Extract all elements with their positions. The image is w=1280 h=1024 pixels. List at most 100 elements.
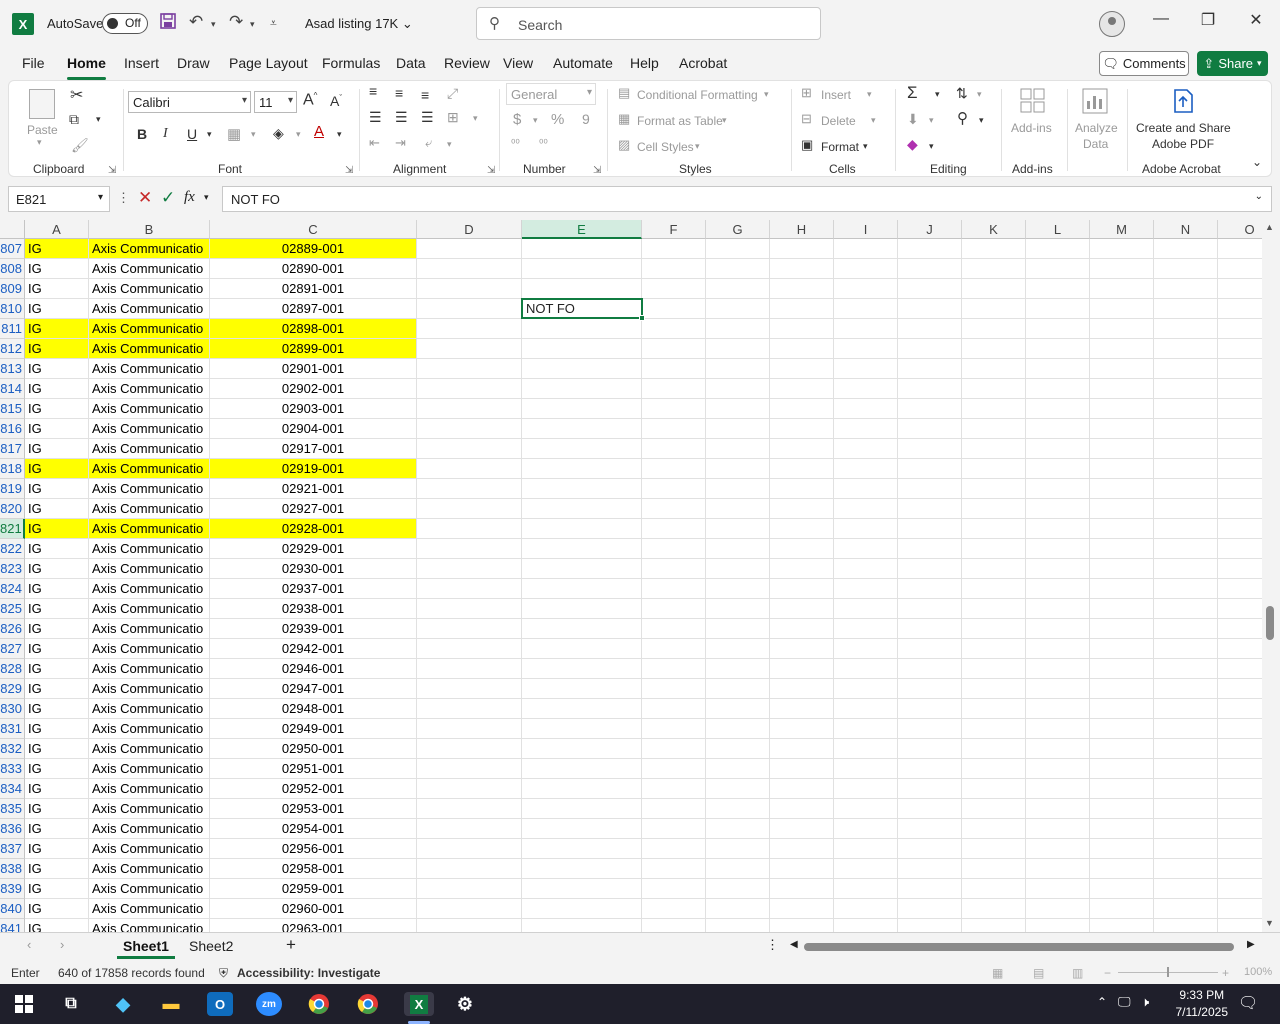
cell-j[interactable] [898,499,962,519]
restore-icon[interactable]: ❐ [1193,10,1223,30]
cell-g[interactable] [706,339,770,359]
cell-n[interactable] [1154,339,1218,359]
cell-d[interactable] [417,259,522,279]
cell-l[interactable] [1026,459,1090,479]
cell-l[interactable] [1026,639,1090,659]
font-color-dropdown-icon[interactable]: ▾ [337,129,342,140]
cell-h[interactable] [770,679,834,699]
cell-o[interactable] [1218,759,1264,779]
comments-button[interactable]: 🗨 Comments [1099,51,1189,76]
cell-j[interactable] [898,719,962,739]
redo-icon[interactable]: ↷ [229,12,243,32]
cell-l[interactable] [1026,399,1090,419]
cell-i[interactable] [834,399,898,419]
cell-m[interactable] [1090,579,1154,599]
cell-b[interactable]: Axis Communicatio [89,899,210,919]
cell-i[interactable] [834,479,898,499]
cell-d[interactable] [417,379,522,399]
cell-a[interactable]: IG [25,879,89,899]
cell-n[interactable] [1154,779,1218,799]
cell-m[interactable] [1090,879,1154,899]
cell-n[interactable] [1154,619,1218,639]
cell-m[interactable] [1090,319,1154,339]
cell-b[interactable]: Axis Communicatio [89,319,210,339]
cell-l[interactable] [1026,319,1090,339]
cell-h[interactable] [770,419,834,439]
column-header-d[interactable]: D [417,220,522,239]
cell-i[interactable] [834,759,898,779]
cell-m[interactable] [1090,659,1154,679]
row-header[interactable]: 835 [0,799,25,819]
clear-icon[interactable]: ◆ [907,136,918,153]
row-header[interactable]: 818 [0,459,25,479]
notifications-icon[interactable]: 🗨 [1238,993,1258,1013]
column-header-j[interactable]: J [898,220,962,239]
cell-m[interactable] [1090,779,1154,799]
cell-d[interactable] [417,599,522,619]
cell-h[interactable] [770,759,834,779]
cell-f[interactable] [642,859,706,879]
cell-l[interactable] [1026,739,1090,759]
cell-d[interactable] [417,699,522,719]
cell-j[interactable] [898,659,962,679]
cell-j[interactable] [898,399,962,419]
outlook-icon[interactable]: O [207,992,233,1016]
font-name-box[interactable]: Calibri ▾ [128,91,251,113]
cell-a[interactable]: IG [25,559,89,579]
column-header-a[interactable]: A [25,220,89,239]
cell-c[interactable]: 02903-001 [210,399,417,419]
wrap-text-icon[interactable]: ⤶ [425,135,432,151]
cell-f[interactable] [642,339,706,359]
cell-f[interactable] [642,579,706,599]
zoom-slider-thumb[interactable] [1167,967,1169,977]
cell-c[interactable]: 02898-001 [210,319,417,339]
cell-l[interactable] [1026,759,1090,779]
cell-j[interactable] [898,419,962,439]
cell-n[interactable] [1154,919,1218,932]
cell-j[interactable] [898,379,962,399]
cell-f[interactable] [642,779,706,799]
format-as-table-button[interactable]: Format as Table [637,114,723,128]
tab-help[interactable]: Help [630,55,659,71]
cell-m[interactable] [1090,559,1154,579]
cell-f[interactable] [642,639,706,659]
cell-d[interactable] [417,479,522,499]
zoom-out-icon[interactable]: − [1104,966,1111,980]
cell-n[interactable] [1154,719,1218,739]
row-header[interactable]: 839 [0,879,25,899]
format-painter-icon[interactable]: 🖌 [71,137,89,154]
cell-l[interactable] [1026,819,1090,839]
cell-o[interactable] [1218,559,1264,579]
close-icon[interactable]: ✕ [1241,10,1271,30]
cell-o[interactable] [1218,319,1264,339]
cell-k[interactable] [962,899,1026,919]
save-icon[interactable] [159,12,177,35]
zoom-level[interactable]: 100% [1244,966,1272,978]
cell-d[interactable] [417,759,522,779]
create-pdf-icon[interactable] [1169,87,1197,115]
cell-j[interactable] [898,899,962,919]
cell-g[interactable] [706,539,770,559]
cell-i[interactable] [834,459,898,479]
tab-draw[interactable]: Draw [177,55,210,71]
cell-h[interactable] [770,359,834,379]
cell-m[interactable] [1090,499,1154,519]
cell-b[interactable]: Axis Communicatio [89,419,210,439]
cell-c[interactable]: 02942-001 [210,639,417,659]
percent-icon[interactable]: % [551,111,564,128]
column-header-i[interactable]: I [834,220,898,239]
increase-indent-icon[interactable]: ⇥ [395,135,406,151]
cell-c[interactable]: 02951-001 [210,759,417,779]
cell-i[interactable] [834,439,898,459]
cell-i[interactable] [834,799,898,819]
cell-k[interactable] [962,579,1026,599]
vertical-scrollbar[interactable]: ▲ ▼ [1262,220,1280,932]
cell-k[interactable] [962,799,1026,819]
cell-b[interactable]: Axis Communicatio [89,799,210,819]
cell-b[interactable]: Axis Communicatio [89,459,210,479]
cell-m[interactable] [1090,379,1154,399]
cell-m[interactable] [1090,279,1154,299]
cell-m[interactable] [1090,839,1154,859]
cell-e[interactable] [522,459,642,479]
cell-j[interactable] [898,699,962,719]
